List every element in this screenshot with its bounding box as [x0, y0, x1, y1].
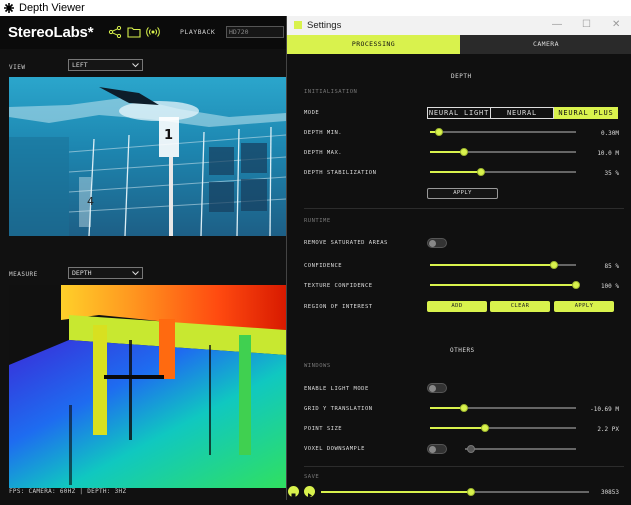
save-label: SAVE — [304, 474, 320, 480]
stop-button[interactable] — [288, 486, 299, 498]
point-size-slider[interactable] — [430, 423, 576, 433]
depth-section-title: DEPTH — [451, 73, 472, 80]
voxel-slider[interactable] — [465, 444, 576, 454]
share-icon[interactable] — [108, 26, 122, 38]
divider — [304, 466, 624, 467]
maximize-button[interactable]: ☐ — [582, 19, 591, 30]
app-logo-icon — [4, 3, 14, 13]
depth-stabilization-label: DEPTH STABILIZATION — [304, 170, 377, 176]
measure-label: MEASURE — [9, 271, 38, 278]
voxel-toggle[interactable] — [427, 444, 447, 454]
grid-y-label: GRID Y TRANSLATION — [304, 406, 373, 412]
measure-select[interactable]: DEPTH — [68, 267, 143, 279]
mode-option-neural[interactable]: NEURAL — [491, 107, 554, 119]
settings-window: Settings — ☐ ✕ PROCESSING CAMERA DEPTH I… — [286, 16, 631, 500]
lane-marker-2: 4 — [87, 195, 94, 208]
depth-max-slider[interactable] — [430, 147, 576, 157]
light-mode-toggle[interactable] — [427, 383, 447, 393]
stream-icon[interactable] — [146, 26, 160, 38]
tab-camera[interactable]: CAMERA — [460, 35, 631, 54]
depth-min-value: 0.30M — [600, 130, 619, 137]
view-select-value: LEFT — [72, 61, 88, 69]
roi-apply-button[interactable]: APPLY — [554, 301, 614, 312]
resolution-input[interactable]: HD720 — [226, 26, 284, 38]
confidence-slider[interactable] — [430, 260, 576, 270]
depth-min-slider[interactable] — [430, 127, 576, 137]
view-select[interactable]: LEFT — [68, 59, 143, 71]
mode-option-neural-light[interactable]: NEURAL LIGHT — [427, 107, 491, 119]
main-titlebar: Depth Viewer — [0, 0, 631, 16]
settings-app-icon — [294, 21, 302, 29]
measure-select-value: DEPTH — [72, 269, 92, 277]
slider-thumb[interactable] — [550, 261, 559, 269]
playback-label: PLAYBACK — [180, 28, 216, 36]
runtime-label: RUNTIME — [304, 218, 331, 224]
depth-max-label: DEPTH MAX. — [304, 150, 343, 156]
depth-min-label: DEPTH MIN. — [304, 130, 343, 136]
confidence-label: CONFIDENCE — [304, 263, 343, 269]
frame-counter: 30853 — [600, 489, 619, 496]
others-section-title: OTHERS — [450, 347, 475, 354]
lane-marker-1: 1 — [164, 128, 173, 143]
remove-saturated-toggle[interactable] — [427, 238, 447, 248]
view-label: VIEW — [9, 64, 26, 71]
roi-label: REGION OF INTEREST — [304, 304, 373, 310]
depth-stabilization-value: 35 % — [604, 170, 619, 177]
texture-confidence-label: TEXTURE CONFIDENCE — [304, 283, 373, 289]
slider-thumb[interactable] — [459, 148, 468, 156]
confidence-value: 85 % — [604, 263, 619, 270]
close-button[interactable]: ✕ — [612, 19, 620, 30]
texture-confidence-slider[interactable] — [430, 280, 580, 290]
play-icon — [308, 493, 312, 498]
settings-tabs: PROCESSING CAMERA — [287, 35, 631, 54]
depth-stabilization-slider[interactable] — [430, 167, 576, 177]
divider — [304, 208, 624, 209]
chevron-down-icon — [132, 63, 139, 68]
brand-logo: StereoLabs* — [8, 24, 94, 41]
folder-icon[interactable] — [127, 26, 141, 38]
window-title: Depth Viewer — [19, 2, 85, 14]
mode-label: MODE — [304, 110, 320, 116]
status-bar: FPS: CAMERA: 60HZ | DEPTH: 3HZ — [9, 488, 127, 495]
slider-thumb[interactable] — [481, 424, 490, 432]
point-size-value: 2.2 PX — [597, 426, 619, 433]
grid-y-value: -10.69 M — [590, 406, 619, 413]
roi-add-button[interactable]: ADD — [427, 301, 487, 312]
point-size-label: POINT SIZE — [304, 426, 343, 432]
app-header: StereoLabs* PLAYBACK HD720 — [0, 16, 288, 49]
mode-option-neural-plus[interactable]: NEURAL PLUS — [554, 107, 618, 119]
settings-titlebar: Settings — ☐ ✕ — [287, 16, 631, 35]
stop-icon — [291, 493, 296, 498]
depth-apply-button[interactable]: APPLY — [427, 188, 498, 199]
slider-thumb[interactable] — [477, 168, 486, 176]
initialisation-label: INITIALISATION — [304, 89, 358, 95]
voxel-label: VOXEL DOWNSAMPLE — [304, 446, 365, 452]
camera-view-image[interactable]: 1 4 — [9, 77, 286, 236]
remove-saturated-label: REMOVE SATURATED AREAS — [304, 240, 388, 246]
texture-confidence-value: 100 % — [600, 283, 619, 290]
tab-processing[interactable]: PROCESSING — [287, 35, 460, 54]
slider-thumb[interactable] — [459, 404, 468, 412]
windows-label: WINDOWS — [304, 363, 331, 369]
playback-bar: 30853 — [287, 484, 631, 500]
minimize-button[interactable]: — — [552, 19, 562, 30]
light-mode-label: ENABLE LIGHT MODE — [304, 386, 369, 392]
depth-viewer-app: StereoLabs* PLAYBACK HD720 VIEW LEFT 1 4… — [0, 16, 288, 500]
grid-y-slider[interactable] — [430, 403, 576, 413]
slider-thumb[interactable] — [434, 128, 443, 136]
chevron-down-icon — [132, 271, 139, 276]
settings-title: Settings — [307, 20, 342, 31]
slider-thumb[interactable] — [466, 445, 475, 453]
slider-thumb[interactable] — [467, 488, 476, 496]
play-button[interactable] — [304, 486, 315, 498]
roi-clear-button[interactable]: CLEAR — [490, 301, 550, 312]
depth-max-value: 10.0 M — [597, 150, 619, 157]
playback-slider[interactable] — [321, 487, 589, 497]
mode-selector: NEURAL LIGHT NEURAL NEURAL PLUS — [427, 107, 618, 119]
depth-map-image[interactable] — [9, 285, 286, 488]
